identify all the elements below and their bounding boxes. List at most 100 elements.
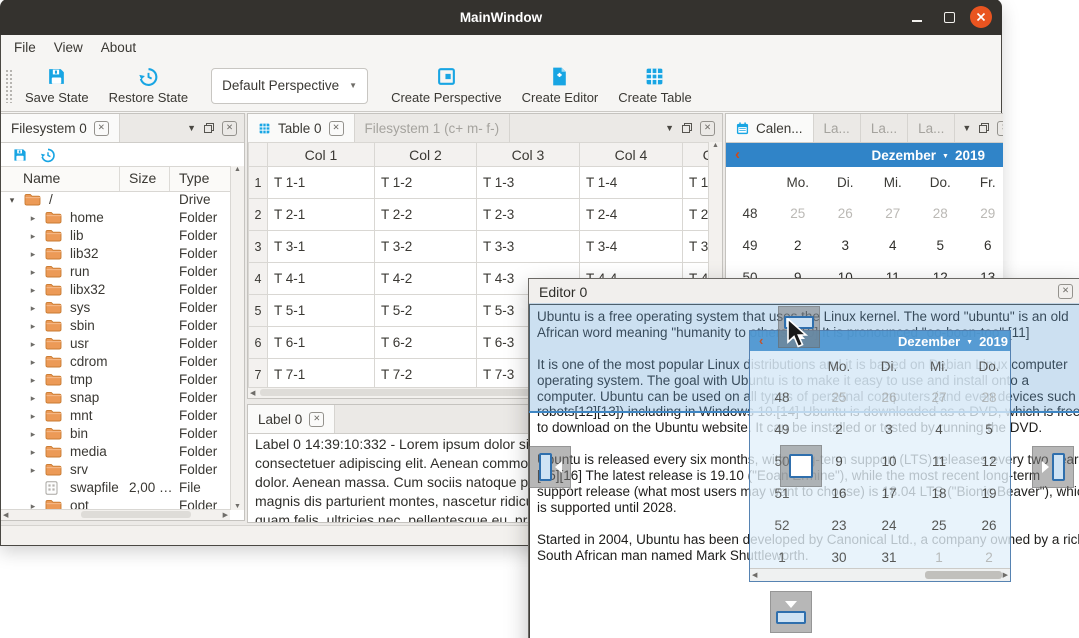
save-state-button[interactable]: Save State xyxy=(15,64,99,107)
maximize-button[interactable] xyxy=(938,6,960,28)
calendar-day[interactable]: 27 xyxy=(869,206,917,221)
editor-titlebar[interactable]: Editor 0 ✕ xyxy=(529,279,1079,305)
calendar-day[interactable]: 2 xyxy=(774,238,822,253)
tab-label-3[interactable]: La... xyxy=(908,114,955,142)
tree-expand-icon[interactable]: ▸ xyxy=(28,462,38,478)
dock-indicator-left[interactable] xyxy=(529,446,571,488)
close-button[interactable] xyxy=(970,6,992,28)
tree-expand-icon[interactable]: ▸ xyxy=(28,372,38,388)
scroll-up-icon[interactable]: ▲ xyxy=(712,142,719,149)
tree-row-tmp[interactable]: ▸tmpFolder xyxy=(1,371,230,389)
table-cell[interactable]: T 1-1 xyxy=(268,167,375,199)
tab-table-0[interactable]: Table 0 ✕ xyxy=(248,114,355,142)
calendar-prev-icon[interactable]: ‹ xyxy=(726,144,740,166)
tab-label-2[interactable]: La... xyxy=(861,114,908,142)
scrollbar-handle[interactable] xyxy=(81,511,191,518)
menu-about[interactable]: About xyxy=(92,40,145,55)
table-row-number[interactable]: 2 xyxy=(249,199,268,231)
tree-expand-icon[interactable]: ▾ xyxy=(7,192,17,208)
table-cell[interactable]: T 1-3 xyxy=(477,167,580,199)
editor-close-icon[interactable]: ✕ xyxy=(1058,284,1073,299)
toolbar-drag-handle[interactable] xyxy=(5,69,12,103)
table-cell[interactable]: T 2-1 xyxy=(268,199,375,231)
scroll-left-icon[interactable]: ◀ xyxy=(250,389,255,397)
table-row-number[interactable]: 3 xyxy=(249,231,268,263)
table-cell[interactable]: T 3-1 xyxy=(268,231,375,263)
scroll-up-icon[interactable]: ▲ xyxy=(234,166,241,173)
tree-row-usr[interactable]: ▸usrFolder xyxy=(1,335,230,353)
tree-expand-icon[interactable]: ▸ xyxy=(28,228,38,244)
tree-row-home[interactable]: ▸homeFolder xyxy=(1,209,230,227)
panel-close-icon[interactable]: ✕ xyxy=(700,121,715,136)
calendar-day[interactable]: 25 xyxy=(774,206,822,221)
tree-expand-icon[interactable]: ▸ xyxy=(28,390,38,406)
tree-expand-icon[interactable]: ▸ xyxy=(28,444,38,460)
undock-icon[interactable] xyxy=(681,122,693,134)
tree-row-libx32[interactable]: ▸libx32Folder xyxy=(1,281,230,299)
table-cell[interactable]: T 3-3 xyxy=(477,231,580,263)
table-cell[interactable]: T 4-1 xyxy=(268,263,375,295)
tree-header-size[interactable]: Size xyxy=(129,170,156,186)
tab-filesystem-1[interactable]: Filesystem 1 (c+ m- f-) xyxy=(355,114,511,142)
tab-close-icon[interactable]: ✕ xyxy=(309,412,324,427)
table-cell[interactable]: T 3-2 xyxy=(375,231,477,263)
tab-label-0[interactable]: Label 0 ✕ xyxy=(248,405,335,433)
tree-expand-icon[interactable]: ▸ xyxy=(28,408,38,424)
calendar-day[interactable]: 26 xyxy=(822,206,870,221)
tab-close-icon[interactable]: ✕ xyxy=(329,121,344,136)
table-column-header[interactable]: Col 2 xyxy=(375,143,477,167)
tree-header-type[interactable]: Type xyxy=(179,170,209,186)
dock-indicator-right[interactable] xyxy=(1032,446,1074,488)
calendar-day[interactable]: 29 xyxy=(964,206,1003,221)
panel-menu-icon[interactable]: ▼ xyxy=(962,123,971,133)
tree-header-name[interactable]: Name xyxy=(23,170,60,186)
table-row-number[interactable]: 4 xyxy=(249,263,268,295)
table-column-header[interactable]: Col 3 xyxy=(477,143,580,167)
calendar-day[interactable]: 6 xyxy=(964,238,1003,253)
tree-row-snap[interactable]: ▸snapFolder xyxy=(1,389,230,407)
tree-expand-icon[interactable]: ▸ xyxy=(28,426,38,442)
tree-expand-icon[interactable]: ▸ xyxy=(28,336,38,352)
tab-label-1[interactable]: La... xyxy=(814,114,861,142)
panel-close-icon[interactable]: ✕ xyxy=(997,121,1003,136)
table-cell[interactable]: T 4-2 xyxy=(375,263,477,295)
table-cell[interactable]: T 1-4 xyxy=(580,167,683,199)
table-row-number[interactable]: 5 xyxy=(249,295,268,327)
tree-expand-icon[interactable]: ▸ xyxy=(28,318,38,334)
tab-filesystem-0[interactable]: Filesystem 0 ✕ xyxy=(1,114,120,142)
tree-row-media[interactable]: ▸mediaFolder xyxy=(1,443,230,461)
calendar-day[interactable]: 5 xyxy=(917,238,965,253)
table-row-number[interactable]: 1 xyxy=(249,167,268,199)
table-column-header[interactable]: Col 4 xyxy=(580,143,683,167)
scroll-down-icon[interactable]: ▼ xyxy=(234,503,241,510)
tree-header[interactable]: Name Size Type xyxy=(1,166,244,192)
calendar-month[interactable]: Dezember xyxy=(871,148,936,163)
panel-menu-icon[interactable]: ▼ xyxy=(187,123,196,133)
perspective-dropdown[interactable]: Default Perspective ▼ xyxy=(211,68,368,104)
tab-close-icon[interactable]: ✕ xyxy=(94,121,109,136)
calendar-day[interactable]: 28 xyxy=(917,206,965,221)
calendar-month-year[interactable]: Dezember ▼ 2019 xyxy=(871,148,1003,163)
tree-expand-icon[interactable]: ▸ xyxy=(28,354,38,370)
undock-icon[interactable] xyxy=(203,122,215,134)
tree-row-swapfile[interactable]: swapfile2,00 …File xyxy=(1,479,230,497)
table-cell[interactable]: T 7-2 xyxy=(375,359,477,388)
save-icon[interactable] xyxy=(12,147,28,163)
tree-row-run[interactable]: ▸runFolder xyxy=(1,263,230,281)
menu-view[interactable]: View xyxy=(45,40,92,55)
tree-expand-icon[interactable]: ▸ xyxy=(28,246,38,262)
column-separator[interactable] xyxy=(169,167,170,191)
tree-expand-icon[interactable]: ▸ xyxy=(28,210,38,226)
table-cell[interactable]: T 5-2 xyxy=(375,295,477,327)
column-separator[interactable] xyxy=(119,167,120,191)
calendar-year[interactable]: 2019 xyxy=(955,148,985,163)
tree-expand-icon[interactable]: ▸ xyxy=(28,264,38,280)
tree-row-sbin[interactable]: ▸sbinFolder xyxy=(1,317,230,335)
dock-indicator-bottom[interactable] xyxy=(770,591,812,633)
tree-row-bin[interactable]: ▸binFolder xyxy=(1,425,230,443)
panel-close-icon[interactable]: ✕ xyxy=(222,121,237,136)
tree-row-[interactable]: ▾/Drive xyxy=(1,191,230,209)
table-cell[interactable]: T 2-3 xyxy=(477,199,580,231)
restore-history-icon[interactable] xyxy=(40,147,56,163)
calendar-day[interactable]: 3 xyxy=(822,238,870,253)
